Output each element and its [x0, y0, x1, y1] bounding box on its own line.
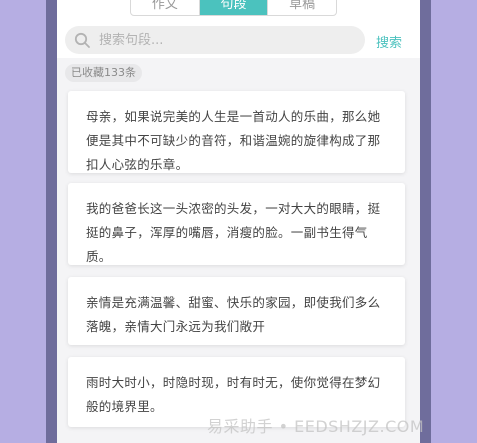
quote-card[interactable]: 我的爸爸长这一头浓密的头发，一对大大的眼睛，挺挺的鼻子，浑厚的嘴唇，消瘦的脸。一…	[68, 183, 405, 265]
tab-essay[interactable]: 作文	[131, 0, 199, 15]
device-frame-right	[420, 0, 431, 443]
search-field[interactable]	[65, 26, 365, 54]
app-screen: 作文 句段 草稿 搜索 已收藏133条 母亲，如果说完美的人生是一首动人的乐曲，…	[57, 0, 420, 443]
tab-header: 作文 句段 草稿	[57, 0, 420, 24]
quote-card[interactable]: 亲情是充满温馨、甜蜜、快乐的家园，即使我们多么落魄，亲情大门永远为我们敞开	[68, 277, 405, 345]
tab-drafts[interactable]: 草稿	[267, 0, 336, 15]
collected-count-badge: 已收藏133条	[65, 64, 142, 82]
watermark: 易采助手 • EEDSHZJZ.COM	[207, 417, 425, 436]
quote-text: 亲情是充满温馨、甜蜜、快乐的家园，即使我们多么落魄，亲情大门永远为我们敞开	[86, 295, 381, 334]
search-button[interactable]: 搜索	[376, 32, 402, 51]
device-frame-left	[46, 0, 57, 443]
quote-text: 我的爸爸长这一头浓密的头发，一对大大的眼睛，挺挺的鼻子，浑厚的嘴唇，消瘦的脸。一…	[86, 201, 381, 264]
search-icon	[74, 32, 91, 49]
quote-text: 雨时大时小，时隐时现，时有时无，使你觉得在梦幻般的境界里。	[86, 375, 381, 414]
search-bar: 搜索	[57, 24, 420, 58]
search-input[interactable]	[97, 31, 351, 49]
quote-text: 母亲，如果说完美的人生是一首动人的乐曲，那么她便是其中不可缺少的音符，和谐温婉的…	[86, 109, 381, 172]
tab-passages[interactable]: 句段	[198, 0, 268, 15]
segmented-tabs: 作文 句段 草稿	[130, 0, 337, 16]
quote-card[interactable]: 母亲，如果说完美的人生是一首动人的乐曲，那么她便是其中不可缺少的音符，和谐温婉的…	[68, 91, 405, 173]
